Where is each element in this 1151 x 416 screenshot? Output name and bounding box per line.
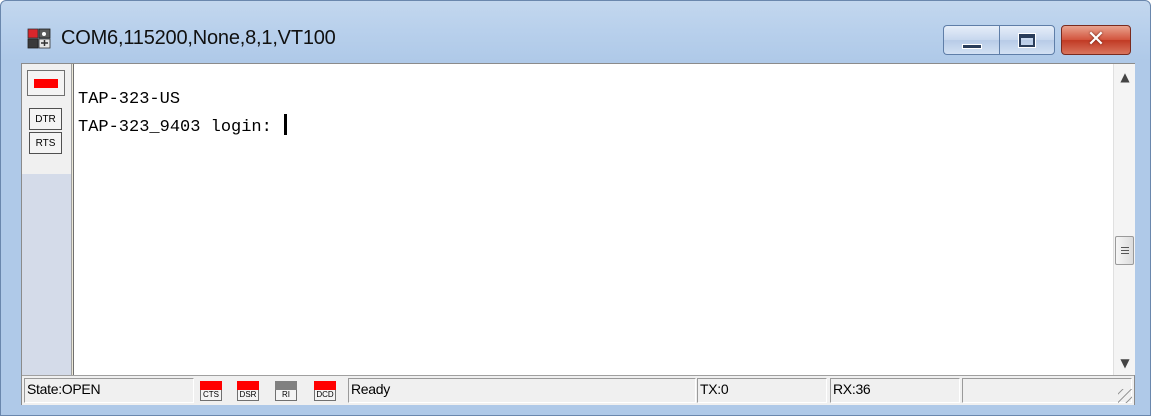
rx-count: RX:36 [833,381,871,397]
ri-indicator: RI [275,381,297,401]
dcd-indicator: DCD [314,381,336,401]
connection-lamp-button[interactable] [27,70,65,96]
tx-count: TX:0 [700,381,729,397]
scroll-thumb[interactable] [1115,236,1134,265]
signal-panel-top: DTR RTS [22,64,71,174]
client-area: DTR RTS TAP-323-US TAP-323_9403 login: ▲… [21,63,1135,405]
grip-icon [1120,247,1129,254]
terminal-line-login: TAP-323_9403 login: [78,114,288,137]
dcd-lamp [314,381,336,390]
text-cursor [284,114,288,135]
title-bar[interactable]: COM6,115200,None,8,1,VT100 ✕ [1,1,1150,61]
terminal-window: COM6,115200,None,8,1,VT100 ✕ DTR RTS TAP… [0,0,1151,416]
cts-indicator: CTS [200,381,222,401]
ri-label: RI [275,390,297,401]
vertical-scrollbar[interactable]: ▲ ▼ [1113,64,1135,375]
maximize-button[interactable] [999,25,1055,55]
signal-panel: DTR RTS [22,64,72,375]
dsr-indicator: DSR [237,381,259,401]
dtr-button[interactable]: DTR [29,108,62,130]
connection-state: State:OPEN [27,381,101,397]
scroll-up-icon[interactable]: ▲ [1117,68,1133,86]
minimize-icon [961,43,982,49]
maximize-icon [1018,32,1036,48]
empty-cell [962,378,1132,403]
rts-button[interactable]: RTS [29,132,62,154]
dsr-label: DSR [237,390,259,401]
resize-grip-icon[interactable] [1118,389,1132,403]
window-title: COM6,115200,None,8,1,VT100 [61,27,336,49]
status-message: Ready [351,381,390,397]
terminal-line-text: TAP-323_9403 login: [78,118,283,137]
cts-lamp [200,381,222,390]
serial-terminal-app-icon [27,28,51,49]
connection-lamp-icon [34,78,58,88]
dsr-lamp [237,381,259,390]
close-button[interactable]: ✕ [1061,25,1131,55]
terminal-line: TAP-323-US [78,90,181,109]
dcd-label: DCD [314,390,336,401]
ri-lamp [275,381,297,390]
close-icon: ✕ [1086,27,1106,52]
cts-label: CTS [200,390,222,401]
terminal-screen[interactable]: TAP-323-US TAP-323_9403 login: [73,64,1113,375]
scroll-down-icon[interactable]: ▼ [1117,354,1133,372]
message-cell [348,378,696,403]
minimize-button[interactable] [943,25,999,55]
status-bar: State:OPEN CTS DSR RI DCD Ready TX:0 RX:… [22,375,1134,405]
